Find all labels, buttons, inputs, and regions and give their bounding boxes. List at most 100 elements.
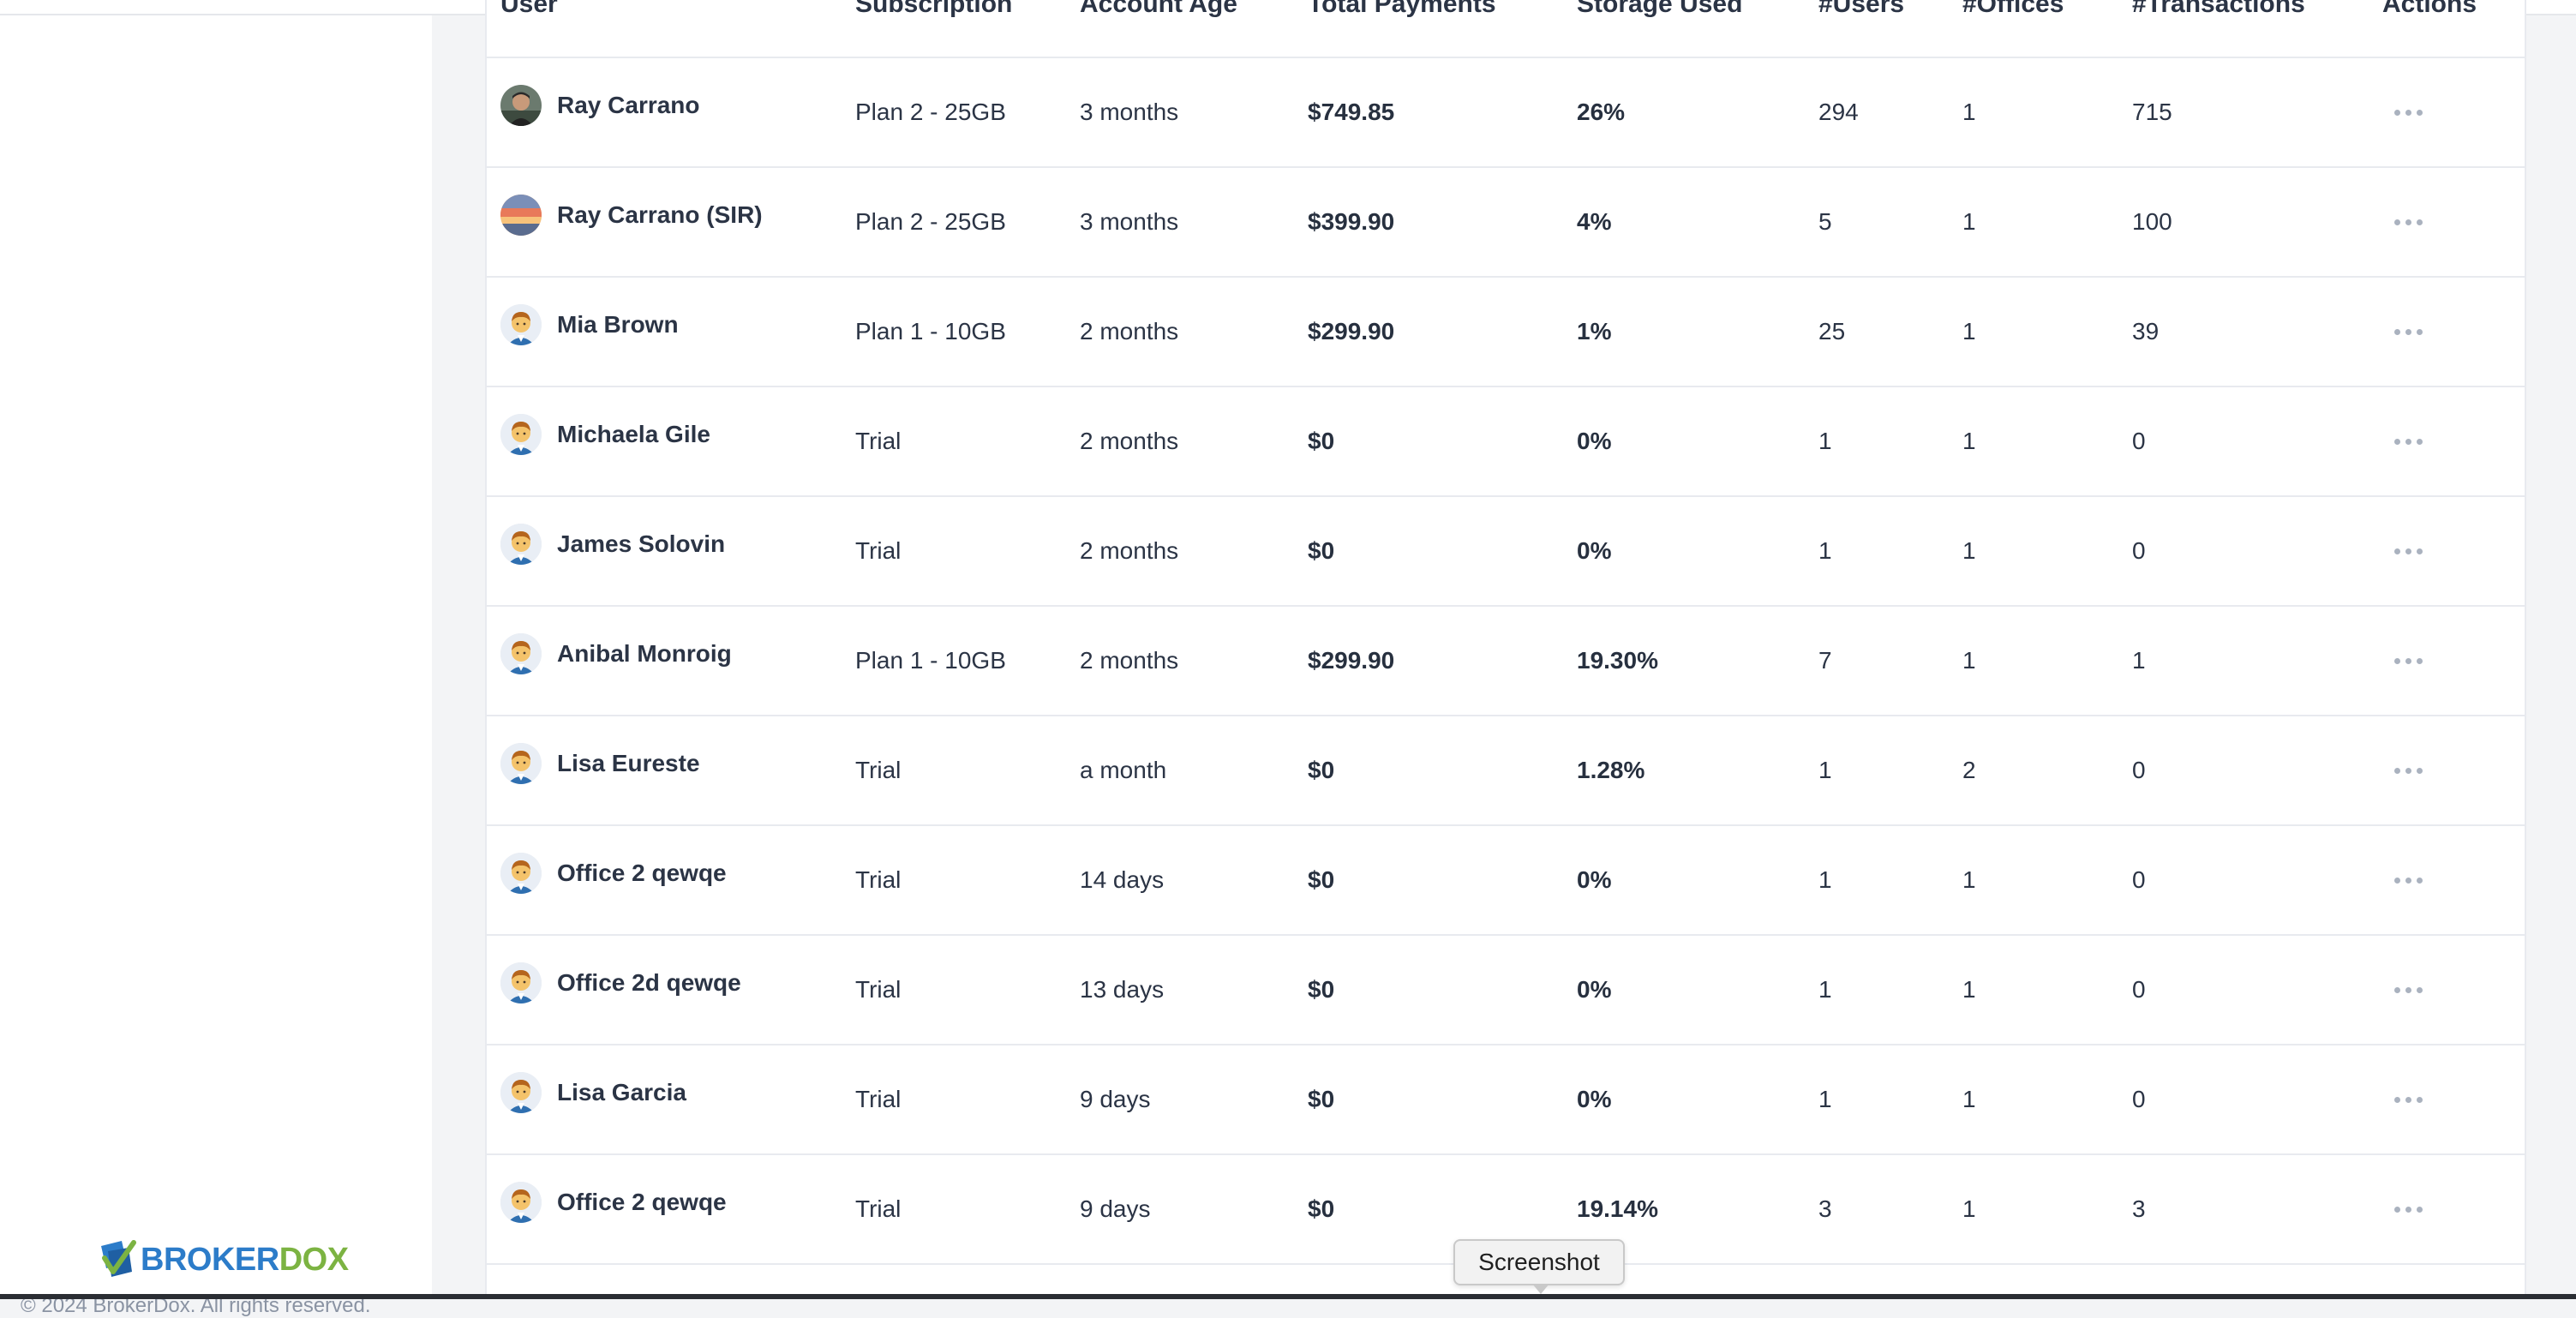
table-row[interactable]: Mia Brown Plan 1 - 10GB 2 months $299.90 1% 2… [487, 278, 2525, 387]
user-name[interactable]: Ray Carrano [557, 92, 700, 119]
table-row[interactable]: Anibal Monroig Plan 1 - 10GB 2 months $299.… [487, 607, 2525, 716]
subscription-cell: Trial [855, 976, 902, 1003]
transactions-cell: 0 [2132, 866, 2146, 893]
offices-cell: 1 [1962, 647, 1976, 674]
storage-used-cell: 1.28% [1577, 757, 1645, 783]
user-name[interactable]: Michaela Gile [557, 421, 710, 448]
users-cell: 1 [1818, 537, 1832, 564]
table-row[interactable]: Michaela Gile Trial 2 months $0 0% 1 1 0 [487, 387, 2525, 497]
default-avatar [500, 1072, 542, 1113]
user-name[interactable]: Ray Carrano (SIR) [557, 201, 763, 229]
transactions-cell: 39 [2132, 318, 2160, 344]
header-col-user[interactable]: User [500, 0, 558, 19]
account-age-cell: 9 days [1080, 1086, 1151, 1112]
user-cell[interactable]: Lisa Eureste [500, 710, 700, 818]
users-cell: 7 [1818, 647, 1832, 674]
subscription-cell: Plan 2 - 25GB [855, 208, 1006, 235]
more-horizontal-icon[interactable] [2389, 101, 2428, 124]
user-cell[interactable]: Office 2d qewqe [500, 929, 741, 1037]
offices-cell: 1 [1962, 537, 1976, 564]
window-bottom-edge [0, 1294, 2576, 1299]
users-cell: 1 [1818, 428, 1832, 454]
header-col-account-age[interactable]: Account Age [1080, 0, 1237, 19]
more-horizontal-icon[interactable] [2389, 321, 2428, 344]
user-cell[interactable]: Michaela Gile [500, 380, 710, 488]
subscription-cell: Plan 1 - 10GB [855, 647, 1006, 674]
default-avatar [500, 1182, 542, 1223]
subscription-cell: Trial [855, 428, 902, 454]
users-cell: 1 [1818, 866, 1832, 893]
table-row[interactable]: Lisa Garcia Trial 9 days $0 0% 1 1 0 [487, 1045, 2525, 1155]
subscription-cell: Trial [855, 1195, 902, 1222]
header-col-total-payments[interactable]: Total Payments [1308, 0, 1496, 19]
total-payments-cell: $0 [1308, 1195, 1335, 1222]
more-horizontal-icon[interactable] [2389, 1088, 2428, 1111]
user-name[interactable]: Mia Brown [557, 311, 679, 338]
more-horizontal-icon[interactable] [2389, 1198, 2428, 1221]
user-cell[interactable]: Office 2 qewqe [500, 1148, 727, 1256]
storage-used-cell: 26% [1577, 99, 1626, 125]
brokerdox-logo-icon [101, 1240, 136, 1277]
brand-logo[interactable]: BROKERDOX [96, 1236, 349, 1284]
user-name[interactable]: Office 2d qewqe [557, 969, 741, 997]
transactions-cell: 0 [2132, 757, 2146, 783]
user-cell[interactable]: Lisa Garcia [500, 1039, 686, 1147]
offices-cell: 2 [1962, 757, 1976, 783]
more-horizontal-icon[interactable] [2389, 211, 2428, 234]
header-col-offices[interactable]: #Offices [1962, 0, 2064, 19]
user-cell[interactable]: Ray Carrano (SIR) [500, 161, 763, 269]
account-age-cell: 2 months [1080, 647, 1179, 674]
account-age-cell: 13 days [1080, 976, 1165, 1003]
table-row[interactable]: James Solovin Trial 2 months $0 0% 1 1 0 [487, 497, 2525, 607]
total-payments-cell: $0 [1308, 757, 1335, 783]
more-horizontal-icon[interactable] [2389, 869, 2428, 892]
header-col-storage-used[interactable]: Storage Used [1577, 0, 1742, 19]
storage-used-cell: 0% [1577, 976, 1612, 1003]
actions-cell [2389, 607, 2428, 715]
more-horizontal-icon[interactable] [2389, 979, 2428, 1002]
offices-cell: 1 [1962, 318, 1976, 344]
table-row[interactable]: Office 2 qewqe Trial 14 days $0 0% 1 1 0 [487, 826, 2525, 936]
table-row[interactable]: Ray Carrano (SIR) Plan 2 - 25GB 3 months $3… [487, 168, 2525, 278]
actions-cell [2389, 826, 2428, 934]
storage-used-cell: 0% [1577, 537, 1612, 564]
user-name[interactable]: Office 2 qewqe [557, 1189, 727, 1216]
offices-cell: 1 [1962, 866, 1976, 893]
user-name[interactable]: James Solovin [557, 530, 725, 558]
more-horizontal-icon[interactable] [2389, 540, 2428, 563]
account-age-cell: a month [1080, 757, 1167, 783]
header-col-users[interactable]: #Users [1818, 0, 1904, 19]
table-row[interactable]: Office 2d qewqe Trial 13 days $0 0% 1 1 0 [487, 936, 2525, 1045]
users-table: User Subscription Account Age Total Payment… [485, 0, 2526, 1299]
users-cell: 294 [1818, 99, 1859, 125]
header-col-subscription[interactable]: Subscription [855, 0, 1012, 19]
table-row[interactable]: Lisa Eureste Trial a month $0 1.28% 1 2 0 [487, 716, 2525, 826]
total-payments-cell: $299.90 [1308, 647, 1395, 674]
user-cell[interactable]: Ray Carrano [500, 51, 700, 159]
more-horizontal-icon[interactable] [2389, 430, 2428, 453]
user-cell[interactable]: Anibal Monroig [500, 600, 732, 708]
transactions-cell: 0 [2132, 428, 2146, 454]
storage-used-cell: 1% [1577, 318, 1612, 344]
user-name[interactable]: Anibal Monroig [557, 640, 732, 668]
subscription-cell: Trial [855, 866, 902, 893]
user-cell[interactable]: Mia Brown [500, 271, 679, 379]
user-name[interactable]: Lisa Eureste [557, 750, 700, 777]
user-cell[interactable]: James Solovin [500, 490, 725, 598]
transactions-cell: 0 [2132, 976, 2146, 1003]
more-horizontal-icon[interactable] [2389, 650, 2428, 673]
subscription-cell: Plan 2 - 25GB [855, 99, 1006, 125]
user-name[interactable]: Lisa Garcia [557, 1079, 686, 1106]
header-col-actions[interactable]: Actions [2382, 0, 2477, 19]
user-name[interactable]: Office 2 qewqe [557, 860, 727, 887]
transactions-cell: 100 [2132, 208, 2172, 235]
more-horizontal-icon[interactable] [2389, 759, 2428, 782]
table-row[interactable]: Ray Carrano Plan 2 - 25GB 3 months $749.85 2… [487, 58, 2525, 168]
offices-cell: 1 [1962, 976, 1976, 1003]
default-avatar [500, 524, 542, 565]
account-age-cell: 9 days [1080, 1195, 1151, 1222]
actions-cell [2389, 1045, 2428, 1153]
header-col-transactions[interactable]: #Transactions [2132, 0, 2305, 19]
user-cell[interactable]: Office 2 qewqe [500, 819, 727, 927]
total-payments-cell: $299.90 [1308, 318, 1395, 344]
